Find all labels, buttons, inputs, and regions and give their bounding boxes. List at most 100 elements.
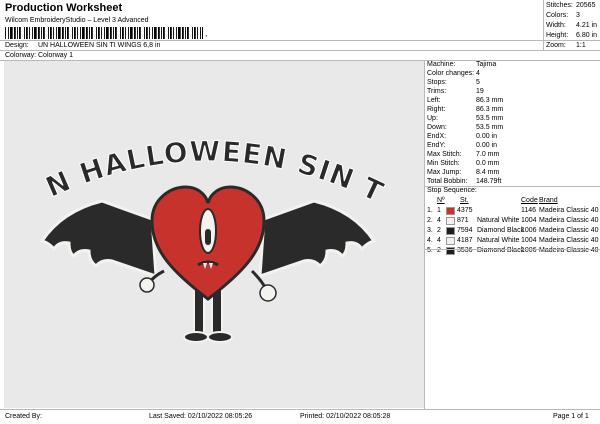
thread-name: Natural White xyxy=(477,217,520,224)
arc-text: UN HALLOWEEN SIN TI xyxy=(4,61,389,209)
design-name: UN HALLOWEEN SIN TI WINGS 6,8 in xyxy=(38,42,161,49)
machine-label: Total Bobbin: xyxy=(427,178,468,185)
col-code: Code xyxy=(521,197,538,204)
machine-value: 86.3 mm xyxy=(476,97,504,104)
colorway-label: Colorway: xyxy=(5,52,37,59)
thread-code: 3536 xyxy=(457,247,473,254)
stop-header-row: Nº St. Code Brand xyxy=(427,196,600,206)
color-swatch xyxy=(446,237,455,245)
summary-row: Colors: 3 xyxy=(546,11,600,21)
stop-index: 3. xyxy=(427,227,433,234)
machine-label: EndY: xyxy=(427,142,446,149)
divider-footer xyxy=(0,409,600,410)
machine-info: Machine: Tajima Color changes: 4 Stops: 5 Trim… xyxy=(427,60,597,186)
stitch-count: 1006 xyxy=(521,247,537,254)
right-foot xyxy=(207,331,233,343)
left-foot xyxy=(183,331,209,343)
thread-brand: Madeira Classic 40 xyxy=(539,237,599,244)
worksheet-title: Production Worksheet xyxy=(5,2,123,14)
stop-index: 2. xyxy=(427,217,433,224)
machine-value: 53.5 mm xyxy=(476,115,504,122)
created-by: Created By: xyxy=(5,413,42,420)
col-number: Nº xyxy=(437,197,445,204)
right-wing xyxy=(258,199,377,279)
machine-label: Trims: xyxy=(427,88,447,95)
colorway-name: Colorway 1 xyxy=(38,52,74,59)
machine-label: EndX: xyxy=(427,133,447,140)
stop-needle: 2 xyxy=(437,247,441,254)
summary-row: Width: 4.21 in xyxy=(546,21,600,31)
summary-label: Stitches: xyxy=(546,2,573,9)
stop-index: 1. xyxy=(427,207,433,214)
machine-value: 53.5 mm xyxy=(476,124,504,131)
software-subtitle: Wilcom EmbroideryStudio – Level 3 Advanc… xyxy=(5,17,149,24)
stitch-count: 1004 xyxy=(521,237,537,244)
design-preview: UN HALLOWEEN SIN TI xyxy=(0,35,424,408)
machine-value: 5 xyxy=(476,79,480,86)
machine-value: 86.3 mm xyxy=(476,106,504,113)
pupil xyxy=(205,229,211,245)
stop-needle: 4 xyxy=(437,217,441,224)
thread-code: 4187 xyxy=(457,237,473,244)
thread-brand: Madeira Classic 40 xyxy=(539,217,599,224)
design-label: Design: xyxy=(5,42,29,49)
thread-brand: Madeira Classic 40 xyxy=(539,227,599,234)
stop-sequence-title: Stop Sequence: xyxy=(427,187,477,194)
machine-label: Color changes: xyxy=(427,70,475,77)
left-glove xyxy=(139,277,155,293)
thread-name: Diamond Black xyxy=(477,247,525,254)
divider-stops-end xyxy=(424,249,600,250)
stop-sequence-table: Nº St. Code Brand 1. 1 4375 1146 Madeira Cla… xyxy=(427,196,600,256)
machine-label: Max Jump: xyxy=(427,169,462,176)
machine-label: Max Stitch: xyxy=(427,151,462,158)
stop-index: 5. xyxy=(427,247,433,254)
stitch-count: 1004 xyxy=(521,217,537,224)
thread-name: Diamond Black xyxy=(477,227,525,234)
machine-value: 19 xyxy=(476,88,484,95)
left-wing xyxy=(39,199,158,279)
stitch-count: 1146 xyxy=(521,207,537,214)
barcode xyxy=(5,27,203,39)
machine-value: Tajima xyxy=(476,61,497,68)
thread-code: 4375 xyxy=(457,207,473,214)
color-swatch xyxy=(446,227,455,235)
machine-label: Machine: xyxy=(427,61,456,68)
machine-value: 7.0 mm xyxy=(476,151,500,158)
summary-label: Colors: xyxy=(546,12,569,19)
summary-row: Stitches: 20565 xyxy=(546,1,600,11)
summary-label: Width: xyxy=(546,22,566,29)
color-swatch xyxy=(446,207,455,215)
machine-label: Down: xyxy=(427,124,447,131)
stitch-count: 1006 xyxy=(521,227,537,234)
thread-brand: Madeira Classic 40 xyxy=(539,247,599,254)
machine-value: 8.4 mm xyxy=(476,169,500,176)
divider-design xyxy=(0,50,600,51)
stop-row: 4. 4 4187 Natural White 1004 Madeira Classic … xyxy=(427,236,600,246)
summary-value: 4.21 in xyxy=(576,22,598,29)
machine-label: Up: xyxy=(427,115,438,122)
stop-needle: 4 xyxy=(437,237,441,244)
machine-value: 0.00 in xyxy=(476,133,498,140)
thread-brand: Madeira Classic 40 xyxy=(539,207,599,214)
machine-value: 148.79ft xyxy=(476,178,502,185)
thread-name: Natural White xyxy=(477,237,520,244)
stop-needle: 1 xyxy=(437,207,441,214)
page-number: Page 1 of 1 xyxy=(553,413,589,420)
arc-text-path: UN HALLOWEEN SIN TI xyxy=(0,35,389,210)
machine-value: 0.00 in xyxy=(476,142,498,149)
summary-divider xyxy=(543,0,544,50)
stop-row: 1. 1 4375 1146 Madeira Classic 40 xyxy=(427,206,600,216)
right-glove xyxy=(259,284,277,302)
stop-row: 2. 4 871 Natural White 1004 Madeira Classic 4… xyxy=(427,216,600,226)
machine-label: Stops: xyxy=(427,79,447,86)
stop-row: 5. 2 3536 Diamond Black 1006 Madeira Classic … xyxy=(427,246,600,256)
stop-needle: 2 xyxy=(437,227,441,234)
thread-code: 871 xyxy=(457,217,469,224)
printed-date: Printed: 02/10/2022 08:05:28 xyxy=(300,413,391,420)
stop-row: 3. 2 7594 Diamond Black 1006 Madeira Classic … xyxy=(427,226,600,236)
machine-label: Min Stitch: xyxy=(427,160,460,167)
color-swatch xyxy=(446,217,455,225)
barcode-tail: , xyxy=(205,29,208,38)
machine-value: 0.0 mm xyxy=(476,160,500,167)
summary-value: 3 xyxy=(576,12,580,19)
